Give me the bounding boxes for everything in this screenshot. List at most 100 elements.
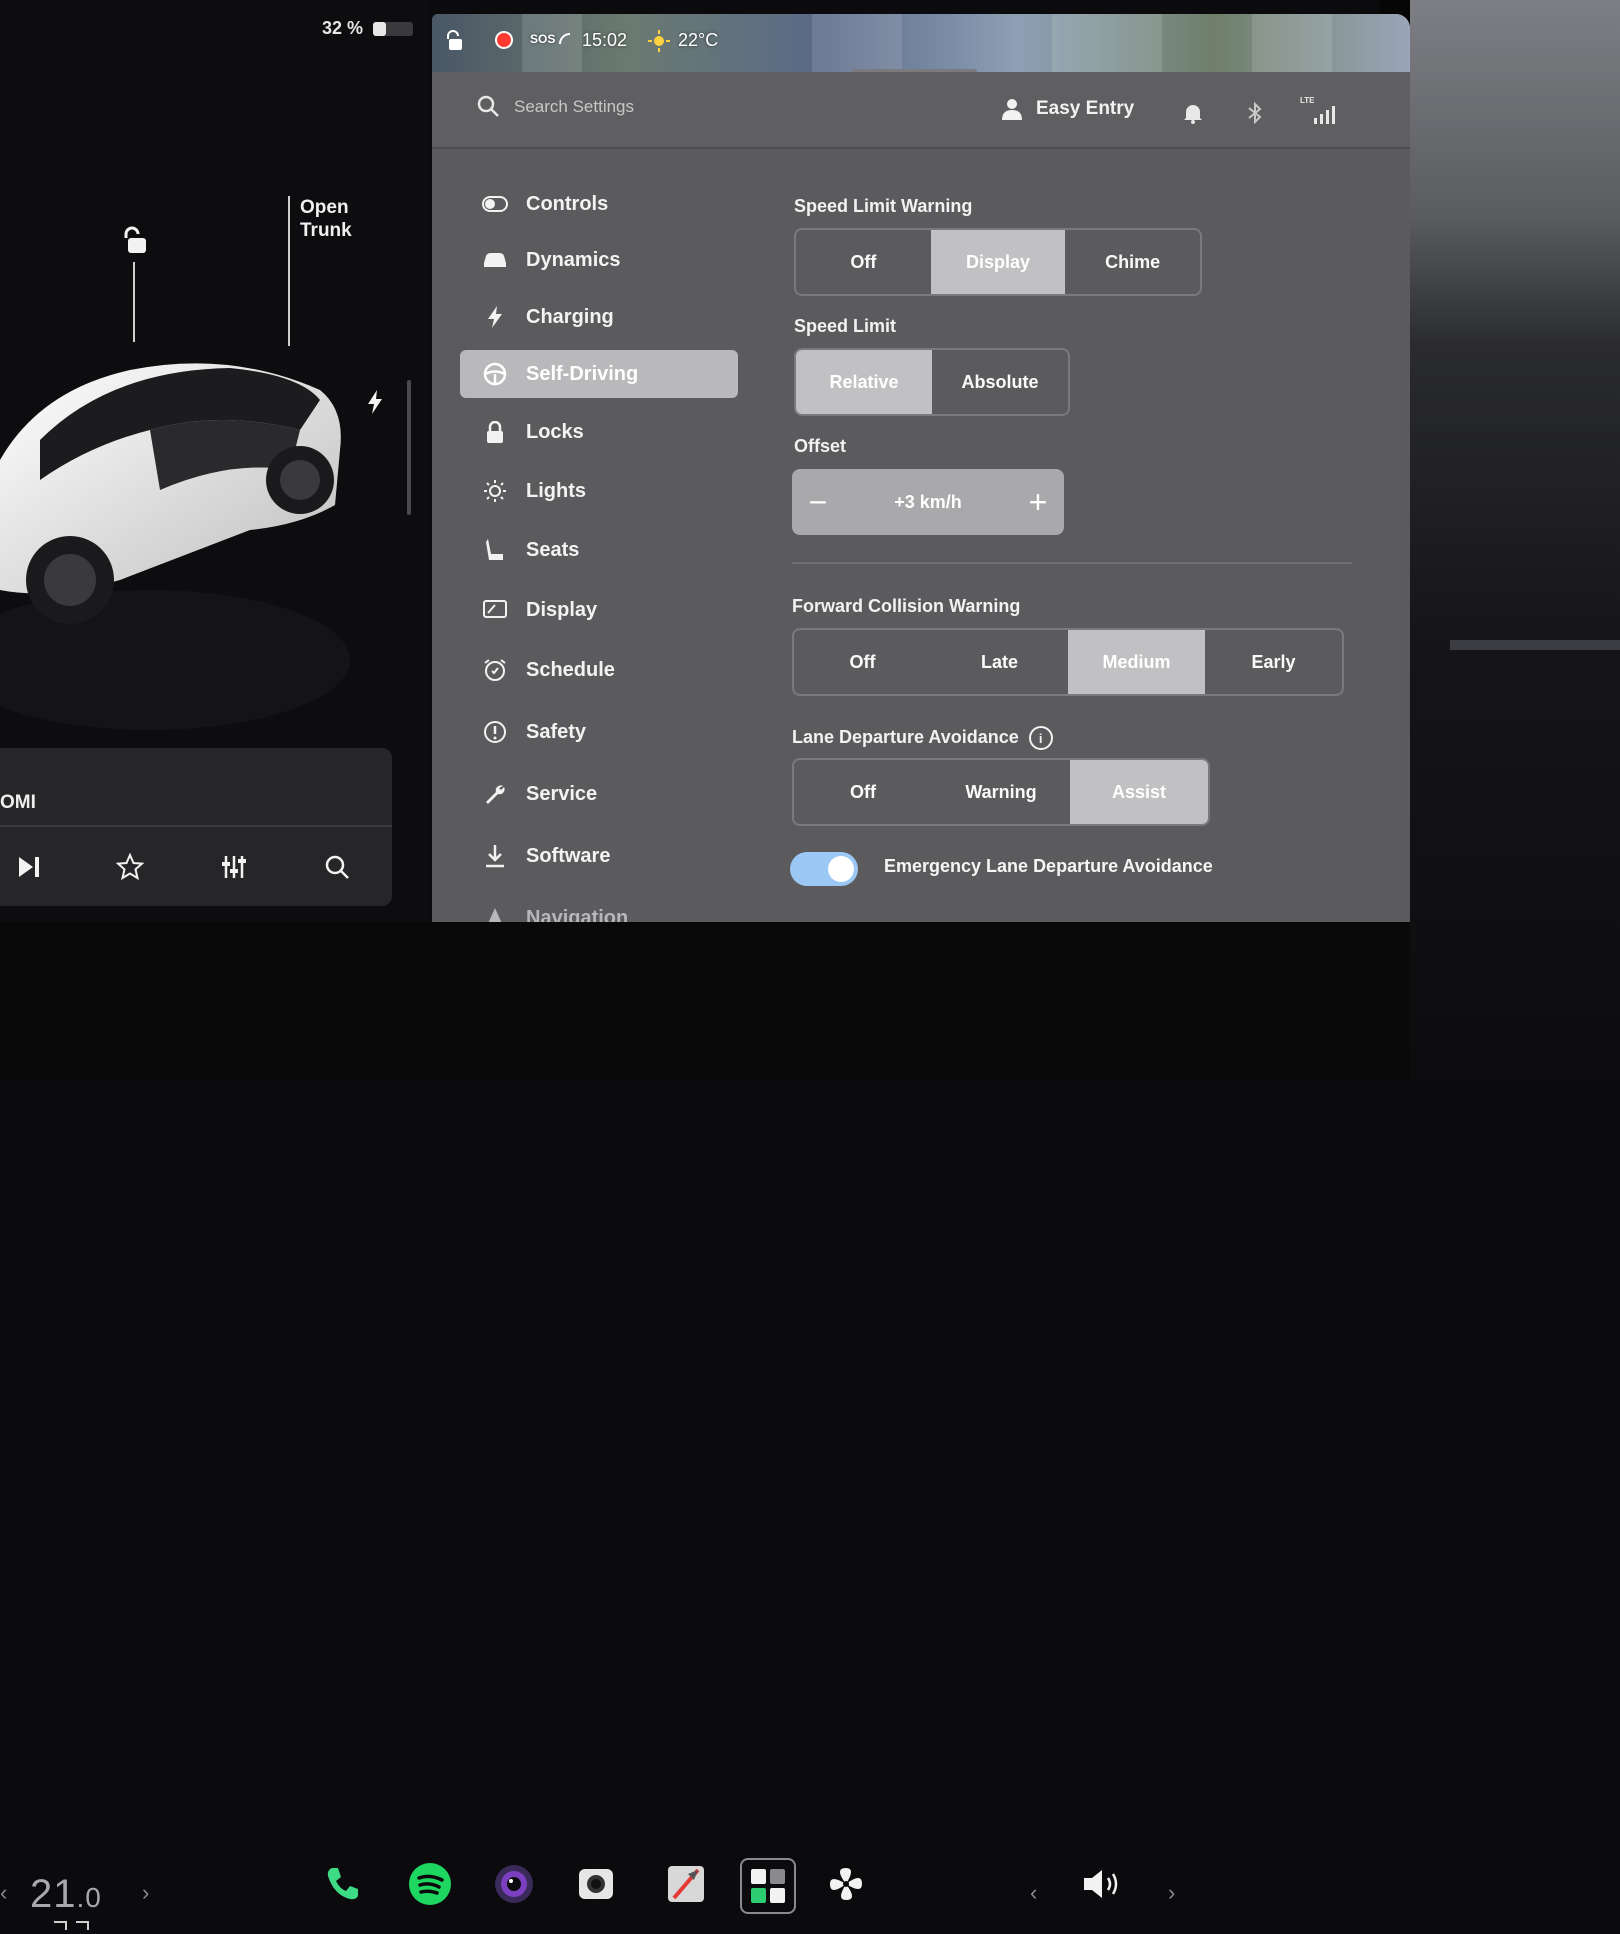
lane-departure-off[interactable]: Off [794,760,932,824]
sidebar-item-label: Charging [526,305,614,328]
phone-app-button[interactable] [318,1860,366,1908]
clock: 15:02 [582,30,628,50]
sidebar-item-label: Lights [526,479,586,502]
sidebar-item-safety[interactable]: Safety [460,708,738,756]
sidebar-item-label: Dynamics [526,248,621,271]
sidebar-item-label: Display [526,598,598,621]
info-icon[interactable]: i [1028,726,1053,750]
next-track-button[interactable] [12,850,46,884]
display-icon [483,600,507,618]
forward-collision-medium[interactable]: Medium [1068,630,1205,694]
sidebar-item-self-driving[interactable]: Self-Driving [460,350,738,398]
car-model-image [0,363,350,730]
offset-stepper: − +3 km/h + [792,469,1064,535]
cabin-temperature[interactable]: 21.0 [30,1872,102,1917]
forward-collision-off[interactable]: Off [794,630,931,694]
bolt-icon [488,306,502,328]
app-launcher-button[interactable] [740,1858,796,1914]
search-icon [477,95,499,117]
offset-value: +3 km/h [894,491,962,512]
sidebar-item-label: Self-Driving [526,362,639,385]
download-icon [486,845,504,868]
sidebar-item-label: Locks [526,420,584,443]
speed-limit-warning-chime[interactable]: Chime [1065,230,1200,294]
volume-button[interactable] [1080,1860,1128,1908]
favorite-button[interactable] [113,850,147,884]
fan-icon [830,1868,862,1900]
alarm-icon [484,659,506,681]
recording-dot-icon [495,31,513,49]
sidebar-item-label: Navigation [526,906,629,923]
speed-limit-relative[interactable]: Relative [796,350,932,414]
charge-port-icon[interactable] [366,390,384,414]
equalizer-button[interactable] [217,850,251,884]
equalizer-icon [222,856,246,878]
sidebar-item-lights[interactable]: Lights [460,467,738,515]
panel-scrollbar[interactable] [407,380,411,515]
sidebar-item-service[interactable]: Service [460,770,738,818]
media-divider [0,825,392,827]
volume-down-button[interactable]: ‹ [1030,1880,1037,1906]
emergency-lane-departure-toggle[interactable] [790,852,858,886]
spotify-app-button[interactable] [406,1860,454,1908]
search-settings-input[interactable] [512,92,876,122]
car-visualization-panel: 32 % Open Trunk [0,0,430,1080]
offset-decrease-button[interactable]: − [792,476,844,528]
speed-limit-warning-title: Speed Limit Warning [794,196,973,216]
sidebar-item-charging[interactable]: Charging [460,293,738,341]
sidebar-item-display[interactable]: Display [460,586,738,634]
dashcam-app-button[interactable] [572,1860,620,1908]
seat-icon [486,539,503,560]
sidebar-item-locks[interactable]: Locks [460,408,738,456]
settings-header: Easy Entry LTE [432,72,1410,147]
car-interior-background [1410,0,1620,1080]
navigation-app-button[interactable] [662,1860,710,1908]
driver-profile-button[interactable]: Easy Entry [1002,98,1134,120]
toggle-icon [482,196,508,212]
camera-lens-icon [495,1865,533,1903]
steering-wheel-icon [483,362,507,386]
skip-next-icon [19,857,39,877]
bluetooth-icon[interactable] [1244,102,1266,124]
sidebar-item-dynamics[interactable]: Dynamics [460,236,738,284]
volume-up-button[interactable]: › [1168,1880,1175,1906]
notification-bell-icon[interactable] [1182,102,1204,124]
dashcam-icon [579,1869,613,1899]
seat-heater-icon[interactable] [52,1918,92,1934]
media-source-name: OMI [0,792,36,813]
apps-grid-icon [751,1869,785,1903]
sidebar-item-schedule[interactable]: Schedule [460,646,738,694]
speed-limit-warning-display[interactable]: Display [930,230,1066,294]
battery-percent: 32 % [322,18,364,38]
sidebar-item-seats[interactable]: Seats [460,526,738,574]
trunk-label-line1: Open [300,197,349,218]
sidebar-item-navigation[interactable]: Navigation [460,894,738,922]
sidebar-item-controls[interactable]: Controls [460,180,738,228]
offset-increase-button[interactable]: + [1012,476,1064,528]
offset-title: Offset [794,436,847,456]
lane-departure-warning[interactable]: Warning [932,760,1070,824]
speed-limit-warning-off[interactable]: Off [796,230,931,294]
signal-strength-icon [1314,106,1335,124]
speed-limit-warning-selector: Off Display Chime [794,228,1202,296]
temp-increase-button[interactable]: › [142,1880,149,1906]
sun-weather-icon [648,30,670,52]
car-icon [484,253,506,267]
media-search-button[interactable] [320,850,354,884]
lane-departure-assist[interactable]: Assist [1070,760,1208,824]
star-icon [116,853,144,881]
camera-app-button[interactable] [490,1860,538,1908]
sidebar-item-label: Software [526,844,611,867]
sos-indicator: SOS [530,32,572,46]
sos-signal-icon [559,33,571,45]
forward-collision-warning-title: Forward Collision Warning [792,596,1021,616]
temp-decrease-button[interactable]: ‹ [0,1880,7,1906]
forward-collision-late[interactable]: Late [931,630,1068,694]
unlocked-padlock-icon[interactable] [120,226,148,256]
forward-collision-early[interactable]: Early [1205,630,1342,694]
climate-fan-button[interactable] [822,1860,870,1908]
speed-limit-absolute[interactable]: Absolute [932,350,1068,414]
open-trunk-button[interactable]: Open Trunk [300,196,352,242]
sidebar-item-software[interactable]: Software [460,832,738,880]
sidebar-item-label: Controls [526,192,609,215]
